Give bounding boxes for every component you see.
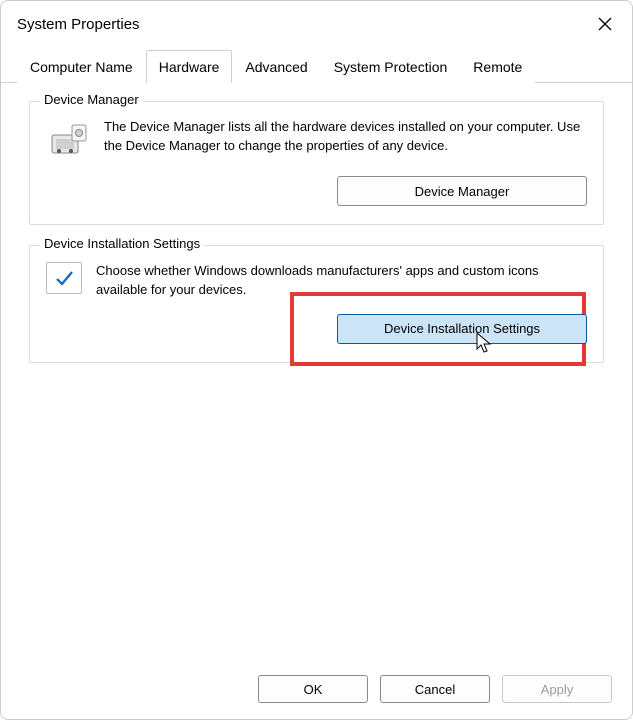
close-icon bbox=[598, 17, 612, 31]
device-manager-group: Device Manager The Device Manager lists … bbox=[29, 101, 604, 225]
apply-button: Apply bbox=[502, 675, 612, 703]
ok-button[interactable]: OK bbox=[258, 675, 368, 703]
system-properties-dialog: System Properties Computer Name Hardware… bbox=[0, 0, 633, 720]
device-manager-button[interactable]: Device Manager bbox=[337, 176, 587, 206]
device-installation-settings-button[interactable]: Device Installation Settings bbox=[337, 314, 587, 344]
device-manager-desc: The Device Manager lists all the hardwar… bbox=[104, 118, 587, 156]
dialog-footer: OK Cancel Apply bbox=[1, 661, 632, 719]
device-installation-settings-group: Device Installation Settings Choose whet… bbox=[29, 245, 604, 363]
tab-hardware[interactable]: Hardware bbox=[146, 50, 233, 83]
cancel-button[interactable]: Cancel bbox=[380, 675, 490, 703]
dialog-title: System Properties bbox=[17, 16, 140, 33]
tab-system-protection[interactable]: System Protection bbox=[321, 50, 461, 83]
titlebar: System Properties bbox=[1, 1, 632, 45]
checkbox-icon bbox=[46, 262, 82, 294]
tab-bar: Computer Name Hardware Advanced System P… bbox=[1, 49, 632, 83]
tab-computer-name[interactable]: Computer Name bbox=[17, 50, 146, 83]
device-manager-group-title: Device Manager bbox=[40, 92, 143, 107]
device-manager-icon bbox=[46, 118, 90, 162]
cursor-icon bbox=[476, 332, 494, 354]
tab-remote[interactable]: Remote bbox=[460, 50, 535, 83]
close-button[interactable] bbox=[592, 11, 618, 37]
tab-content: Device Manager The Device Manager lists … bbox=[1, 83, 632, 661]
device-installation-settings-group-title: Device Installation Settings bbox=[40, 236, 204, 251]
tab-advanced[interactable]: Advanced bbox=[232, 50, 320, 83]
